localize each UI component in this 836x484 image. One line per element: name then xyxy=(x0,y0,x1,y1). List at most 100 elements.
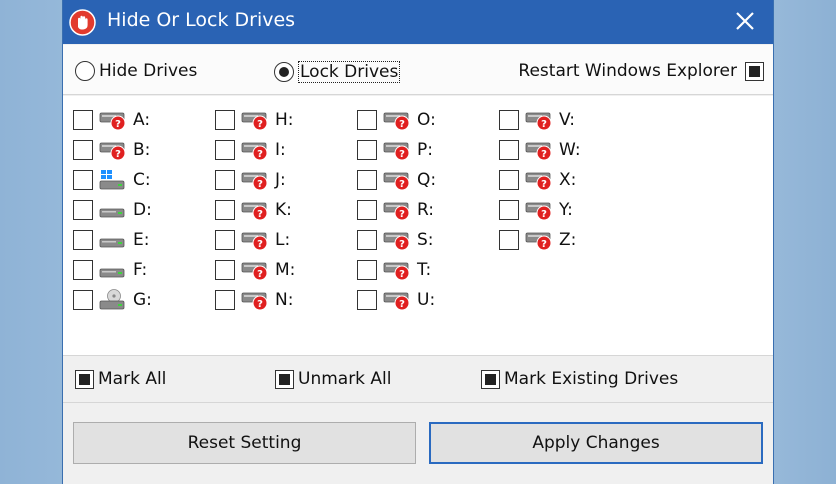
mark-all-label: Mark All xyxy=(98,369,167,389)
drive-letter: W: xyxy=(559,140,581,160)
locked-drive-icon: ? xyxy=(241,289,269,311)
restart-explorer-label: Restart Windows Explorer xyxy=(518,61,737,81)
svg-text:?: ? xyxy=(257,269,263,280)
drive-letter: F: xyxy=(133,260,148,280)
drive-checkbox[interactable] xyxy=(215,200,235,220)
drive-item-t[interactable]: ? T: xyxy=(357,258,431,282)
mode-options-row: Hide Drives Lock Drives Restart Windows … xyxy=(63,45,773,95)
drive-checkbox[interactable] xyxy=(215,290,235,310)
apply-changes-button[interactable]: Apply Changes xyxy=(429,422,763,464)
svg-text:?: ? xyxy=(399,269,405,280)
svg-text:?: ? xyxy=(541,209,547,220)
locked-drive-icon: ? xyxy=(383,229,411,251)
drive-item-d[interactable]: D: xyxy=(73,198,152,222)
drive-item-y[interactable]: ? Y: xyxy=(499,198,573,222)
drive-item-l[interactable]: ? L: xyxy=(215,228,290,252)
svg-text:?: ? xyxy=(399,179,405,190)
drive-item-v[interactable]: ? V: xyxy=(499,108,575,132)
drive-letter: H: xyxy=(275,110,294,130)
drive-letter: E: xyxy=(133,230,150,250)
hide-or-lock-drives-window: Hide Or Lock Drives Hide Drives Lock Dri… xyxy=(62,0,774,484)
drive-checkbox[interactable] xyxy=(357,200,377,220)
drive-item-q[interactable]: ? Q: xyxy=(357,168,436,192)
drive-letter: M: xyxy=(275,260,296,280)
svg-text:?: ? xyxy=(541,149,547,160)
drive-checkbox[interactable] xyxy=(357,230,377,250)
locked-drive-icon: ? xyxy=(383,259,411,281)
drive-letter: N: xyxy=(275,290,294,310)
drive-item-h[interactable]: ? H: xyxy=(215,108,294,132)
drive-item-k[interactable]: ? K: xyxy=(215,198,292,222)
drive-checkbox[interactable] xyxy=(73,200,93,220)
hide-drives-label: Hide Drives xyxy=(99,61,198,81)
drive-checkbox[interactable] xyxy=(215,170,235,190)
lock-drives-radio-circle xyxy=(274,62,294,82)
drive-checkbox[interactable] xyxy=(499,140,519,160)
drive-item-j[interactable]: ? J: xyxy=(215,168,286,192)
drive-item-g[interactable]: G: xyxy=(73,288,152,312)
drive-checkbox[interactable] xyxy=(357,110,377,130)
mark-all-checkbox[interactable]: Mark All xyxy=(75,369,166,389)
drive-checkbox[interactable] xyxy=(499,230,519,250)
drive-item-z[interactable]: ? Z: xyxy=(499,228,576,252)
drive-item-w[interactable]: ? W: xyxy=(499,138,581,162)
drive-checkbox[interactable] xyxy=(499,110,519,130)
windows-system-drive-icon xyxy=(99,169,127,191)
drive-letter: G: xyxy=(133,290,152,310)
drive-checkbox[interactable] xyxy=(357,290,377,310)
title-bar[interactable]: Hide Or Lock Drives xyxy=(63,0,773,44)
svg-text:?: ? xyxy=(541,119,547,130)
drive-letter: D: xyxy=(133,200,152,220)
drive-item-m[interactable]: ? M: xyxy=(215,258,295,282)
drive-item-r[interactable]: ? R: xyxy=(357,198,434,222)
svg-text:?: ? xyxy=(399,149,405,160)
drive-item-s[interactable]: ? S: xyxy=(357,228,434,252)
drive-item-f[interactable]: F: xyxy=(73,258,147,282)
drive-checkbox[interactable] xyxy=(357,260,377,280)
drive-checkbox[interactable] xyxy=(215,110,235,130)
locked-drive-icon: ? xyxy=(525,169,553,191)
drive-item-a[interactable]: ? A: xyxy=(73,108,150,132)
drive-letter: C: xyxy=(133,170,151,190)
drive-letter: K: xyxy=(275,200,292,220)
drive-letter: P: xyxy=(417,140,433,160)
hide-drives-radio[interactable]: Hide Drives xyxy=(75,61,197,81)
drive-item-c[interactable]: C: xyxy=(73,168,151,192)
locked-drive-icon: ? xyxy=(241,109,269,131)
drive-checkbox[interactable] xyxy=(215,260,235,280)
lock-drives-radio[interactable]: Lock Drives xyxy=(274,61,401,83)
drive-letter: Q: xyxy=(417,170,437,190)
locked-drive-icon: ? xyxy=(241,139,269,161)
drive-item-b[interactable]: ? B: xyxy=(73,138,150,162)
unmark-all-checkbox[interactable]: Unmark All xyxy=(275,369,392,389)
drive-checkbox[interactable] xyxy=(73,290,93,310)
mark-existing-check xyxy=(481,369,500,389)
drive-checkbox[interactable] xyxy=(73,230,93,250)
drive-item-x[interactable]: ? X: xyxy=(499,168,576,192)
drive-checkbox[interactable] xyxy=(73,260,93,280)
drive-letter: I: xyxy=(275,140,286,160)
lock-drives-label: Lock Drives xyxy=(298,61,401,83)
drive-item-i[interactable]: ? I: xyxy=(215,138,286,162)
restart-explorer-check xyxy=(745,61,764,81)
drive-checkbox[interactable] xyxy=(499,170,519,190)
mark-existing-label: Mark Existing Drives xyxy=(504,369,679,389)
drive-checkbox[interactable] xyxy=(357,140,377,160)
drive-checkbox[interactable] xyxy=(215,140,235,160)
drive-item-n[interactable]: ? N: xyxy=(215,288,293,312)
drive-checkbox[interactable] xyxy=(73,110,93,130)
restart-explorer-checkbox[interactable]: Restart Windows Explorer xyxy=(518,61,764,81)
drive-checkbox[interactable] xyxy=(499,200,519,220)
drive-checkbox[interactable] xyxy=(73,140,93,160)
mark-existing-checkbox[interactable]: Mark Existing Drives xyxy=(481,369,678,389)
app-stop-hand-icon xyxy=(69,9,96,36)
drive-checkbox[interactable] xyxy=(73,170,93,190)
drive-checkbox[interactable] xyxy=(357,170,377,190)
drive-item-e[interactable]: E: xyxy=(73,228,149,252)
close-button[interactable] xyxy=(717,0,773,44)
drive-checkbox[interactable] xyxy=(215,230,235,250)
drive-item-u[interactable]: ? U: xyxy=(357,288,435,312)
drive-item-p[interactable]: ? P: xyxy=(357,138,433,162)
drive-item-o[interactable]: ? O: xyxy=(357,108,436,132)
reset-setting-button[interactable]: Reset Setting xyxy=(73,422,416,464)
